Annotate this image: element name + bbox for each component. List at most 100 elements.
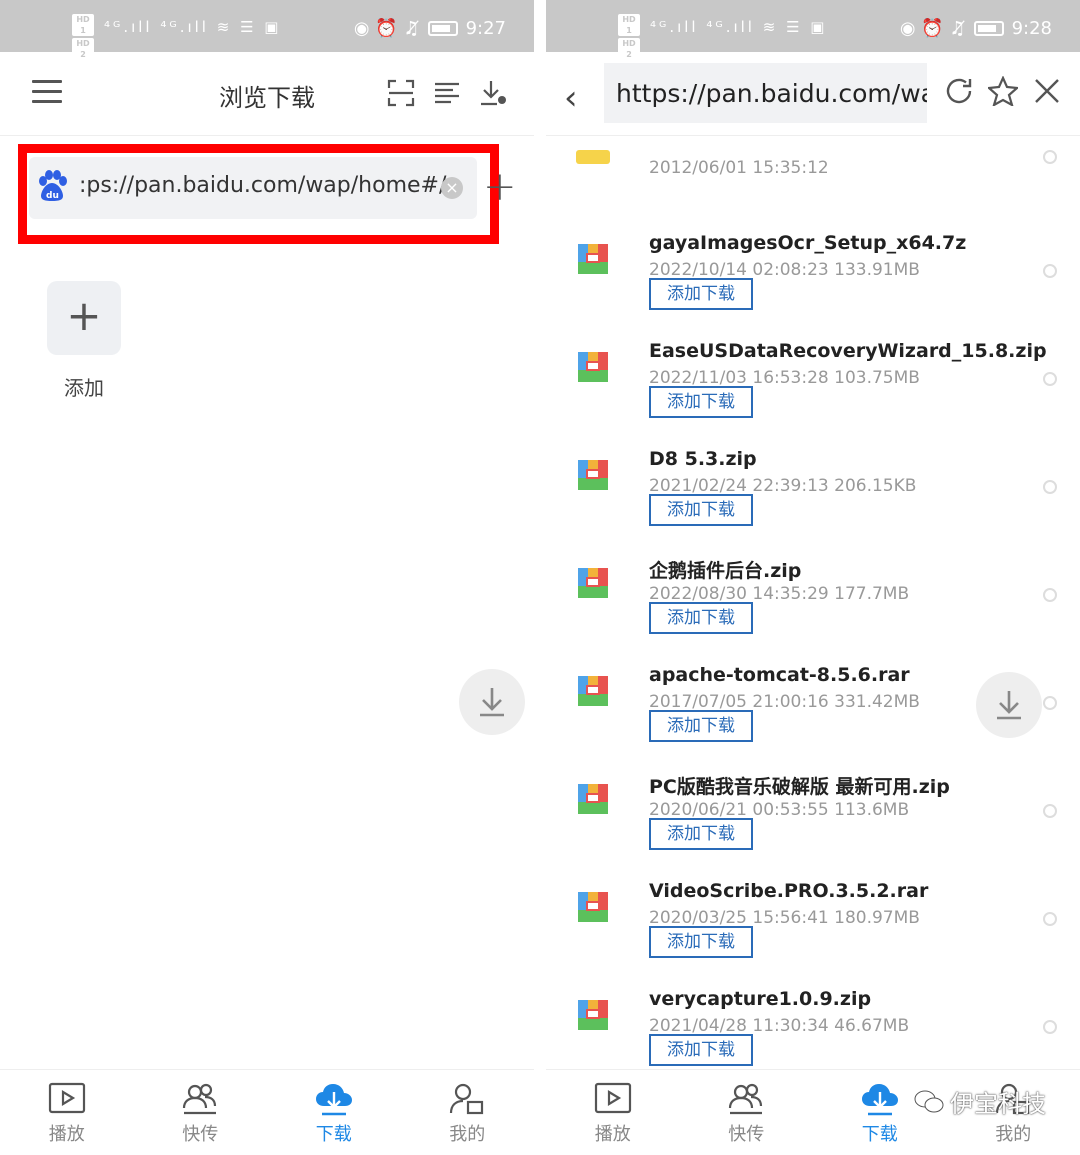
signal-icons: ⁴ᴳ.ıll ⁴ᴳ.ıll ≋ ☰ ▣ <box>650 18 828 36</box>
list-icon[interactable] <box>432 78 462 108</box>
add-download-button[interactable]: 添加下载 <box>649 278 753 310</box>
file-meta: 2022/11/03 16:53:28 103.75MB <box>649 368 920 388</box>
add-download-button[interactable]: 添加下载 <box>649 494 753 526</box>
add-tab-button[interactable]: + <box>483 164 517 210</box>
select-radio[interactable] <box>1043 588 1057 602</box>
url-text: https://pan.baidu.com/wa <box>616 79 927 108</box>
browser-bar: ‹ https://pan.baidu.com/wa <box>546 52 1080 136</box>
list-item[interactable]: verycapture1.0.9.zip 2021/04/28 11:30:34 … <box>546 974 1080 1066</box>
clear-icon[interactable]: × <box>441 177 463 199</box>
star-icon[interactable] <box>988 76 1018 106</box>
wechat-icon <box>914 1090 944 1112</box>
file-name: EaseUSDataRecoveryWizard_15.8.zip <box>649 340 1047 362</box>
address-highlight: du :ps://pan.baidu.com/wap/home#/ × <box>18 144 499 244</box>
select-radio[interactable] <box>1043 696 1057 710</box>
scan-icon[interactable] <box>386 78 416 108</box>
file-name: apache-tomcat-8.5.6.rar <box>649 664 910 686</box>
archive-icon <box>578 352 608 382</box>
battery-icon <box>427 21 458 36</box>
add-download-button[interactable]: 添加下载 <box>649 818 753 850</box>
nav-play[interactable]: 播放 <box>0 1070 134 1155</box>
add-download-button[interactable]: 添加下载 <box>649 1034 753 1066</box>
add-bookmark-button[interactable]: + <box>47 281 121 355</box>
file-meta: 2020/03/25 15:56:41 180.97MB <box>649 908 920 928</box>
list-item[interactable]: PC版酷我音乐破解版 最新可用.zip 2020/06/21 00:53:55 1… <box>546 758 1080 866</box>
list-item[interactable]: 企鹅插件后台.zip 2022/08/30 14:35:29 177.7MB 添加下… <box>546 542 1080 650</box>
list-item[interactable]: EaseUSDataRecoveryWizard_15.8.zip 2022/11… <box>546 326 1080 434</box>
signal-icons: ⁴ᴳ.ıll ⁴ᴳ.ıll ≋ ☰ ▣ <box>104 18 282 36</box>
file-name: D8 5.3.zip <box>649 448 757 470</box>
file-name: verycapture1.0.9.zip <box>649 988 872 1010</box>
select-radio[interactable] <box>1043 480 1057 494</box>
file-meta: 2012/06/01 15:35:12 <box>649 158 829 178</box>
divider <box>534 0 546 1155</box>
select-radio[interactable] <box>1043 264 1057 278</box>
download-fab[interactable] <box>459 669 525 735</box>
back-icon[interactable]: ‹ <box>564 78 578 118</box>
nav-download[interactable]: 下载 <box>267 1070 401 1155</box>
right-screen: HD 1 HD 2 ⁴ᴳ.ıll ⁴ᴳ.ıll ≋ ☰ ▣ ◉ ⏰ ♫̸ 9:28… <box>546 0 1080 1155</box>
cloud-download-icon <box>861 1084 898 1116</box>
add-download-button[interactable]: 添加下载 <box>649 710 753 742</box>
status-bar: HD 1 HD 2 ⁴ᴳ.ıll ⁴ᴳ.ıll ≋ ☰ ▣ ◉ ⏰ ♫̸ 9:27 <box>0 0 534 60</box>
nav-play[interactable]: 播放 <box>546 1070 680 1155</box>
status-icons: ◉ ⏰ ♫̸ <box>353 18 420 39</box>
hd1-badge: HD 1 <box>618 14 640 36</box>
nav-transfer[interactable]: 快传 <box>680 1070 814 1155</box>
archive-icon <box>578 460 608 490</box>
address-bar[interactable]: du :ps://pan.baidu.com/wap/home#/ × <box>29 157 477 219</box>
bottom-nav: 播放 快传 下载 我的 <box>0 1069 534 1155</box>
list-item[interactable]: VideoScribe.PRO.3.5.2.rar 2020/03/25 15:5… <box>546 866 1080 974</box>
address-text: :ps://pan.baidu.com/wap/home#/ <box>79 173 447 198</box>
list-item[interactable]: D8 5.3.zip 2021/02/24 22:39:13 206.15KB 添加… <box>546 434 1080 542</box>
user-icon <box>450 1083 484 1115</box>
nav-transfer[interactable]: 快传 <box>134 1070 268 1155</box>
file-name: VideoScribe.PRO.3.5.2.rar <box>649 880 929 902</box>
play-icon <box>48 1082 85 1114</box>
select-radio[interactable] <box>1043 1020 1057 1034</box>
download-icon <box>480 688 504 717</box>
file-meta: 2022/08/30 14:35:29 177.7MB <box>649 584 910 604</box>
users-icon <box>729 1083 763 1115</box>
users-icon <box>183 1083 217 1115</box>
file-meta: 2020/06/21 00:53:55 113.6MB <box>649 800 910 820</box>
status-icons: ◉ ⏰ ♫̸ <box>899 18 966 39</box>
left-screen: HD 1 HD 2 ⁴ᴳ.ıll ⁴ᴳ.ıll ≋ ☰ ▣ ◉ ⏰ ♫̸ 9:27… <box>0 0 534 1155</box>
add-label: 添加 <box>64 376 104 400</box>
download-check-icon[interactable] <box>478 78 508 108</box>
clock: 9:28 <box>1011 18 1052 39</box>
nav-mine[interactable]: 我的 <box>401 1070 535 1155</box>
baidu-paw-icon: du <box>39 170 67 201</box>
archive-icon <box>578 676 608 706</box>
select-radio[interactable] <box>1043 804 1057 818</box>
file-meta: 2021/04/28 11:30:34 46.67MB <box>649 1016 910 1036</box>
play-icon <box>594 1082 631 1114</box>
file-name: gayaImagesOcr_Setup_x64.7z <box>649 232 967 254</box>
refresh-icon[interactable] <box>944 76 974 106</box>
close-icon[interactable] <box>1032 76 1062 106</box>
url-field[interactable]: https://pan.baidu.com/wa <box>604 63 927 123</box>
archive-icon <box>578 244 608 274</box>
add-download-button[interactable]: 添加下载 <box>649 926 753 958</box>
file-meta: 2021/02/24 22:39:13 206.15KB <box>649 476 917 496</box>
archive-icon <box>578 892 608 922</box>
select-radio[interactable] <box>1043 912 1057 926</box>
top-bar: 浏览下载 <box>0 52 534 136</box>
archive-icon <box>578 784 608 814</box>
file-meta: 2017/07/05 21:00:16 331.42MB <box>649 692 920 712</box>
hd1-badge: HD 1 <box>72 14 94 36</box>
download-fab[interactable] <box>976 672 1042 738</box>
file-name: 企鹅插件后台.zip <box>649 560 802 582</box>
cloud-download-icon <box>315 1084 352 1116</box>
add-download-button[interactable]: 添加下载 <box>649 386 753 418</box>
add-download-button[interactable]: 添加下载 <box>649 602 753 634</box>
folder-icon <box>576 150 610 164</box>
select-radio[interactable] <box>1043 372 1057 386</box>
file-meta: 2022/10/14 02:08:23 133.91MB <box>649 260 920 280</box>
file-name: PC版酷我音乐破解版 最新可用.zip <box>649 776 950 798</box>
file-list: 2012/06/01 15:35:12 gayaImagesOcr_Setup_… <box>546 136 1080 1066</box>
svg-text:du: du <box>46 191 59 201</box>
select-radio[interactable] <box>1043 150 1057 164</box>
archive-icon <box>578 568 608 598</box>
list-item[interactable]: gayaImagesOcr_Setup_x64.7z 2022/10/14 02:… <box>546 218 1080 326</box>
